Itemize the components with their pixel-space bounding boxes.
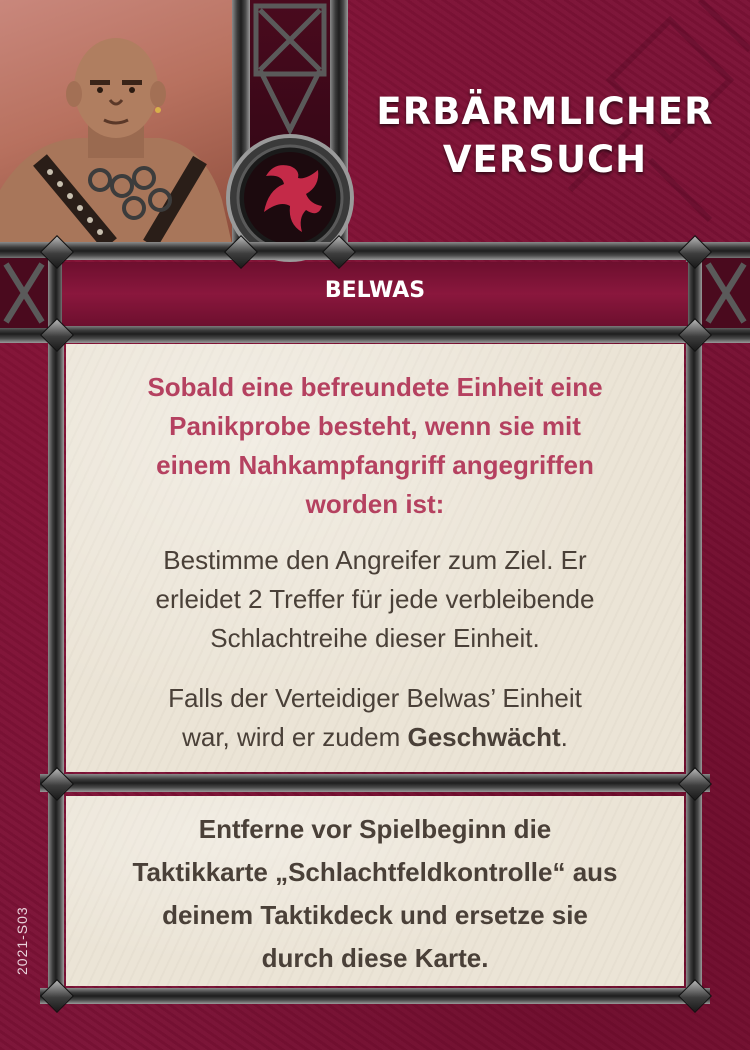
frame-panel-left-bar [48, 258, 64, 998]
frame-left-ornament [0, 258, 48, 328]
secondary-effect-suffix: . [560, 722, 568, 752]
tactics-card: ERBÄRMLICHER VERSUCH BELWAS Sobald eine … [0, 0, 750, 1050]
setup-line: Taktikkarte „Schlachtfeldkontrolle“ aus [132, 857, 618, 887]
secondary-effect-prefix: war, wird er zudem [182, 722, 408, 752]
card-title-line-1: ERBÄRMLICHER [376, 90, 714, 133]
card-title: ERBÄRMLICHER VERSUCH [360, 88, 730, 184]
character-name: BELWAS [324, 278, 426, 303]
effect-line: erleidet 2 Treffer für jede verbleibende [155, 584, 595, 614]
frame-middle-bar [40, 774, 710, 792]
secondary-effect-line: Falls der Verteidiger Belwas’ Einheit [168, 683, 582, 713]
frame-top-bar [0, 242, 750, 260]
effect-line: Bestimme den Angreifer zum Ziel. Er [163, 545, 587, 575]
frame-panel-right-bar [686, 258, 702, 998]
setup-line: durch diese Karte. [261, 943, 489, 973]
character-portrait [0, 0, 232, 244]
effect-line: Schlachtreihe dieser Einheit. [210, 623, 540, 653]
trigger-text: Sobald eine befreundete Einheit eine Pan… [80, 368, 670, 524]
frame-right-ornament [702, 258, 750, 328]
setup-text: Entferne vor Spielbeginn die Taktikkarte… [80, 808, 670, 980]
setup-line: deinem Taktikdeck und ersetze sie [162, 900, 588, 930]
trigger-line: Panikprobe besteht, wenn sie mit [169, 411, 581, 441]
frame-bottom-bar [40, 988, 710, 1004]
keyword-weakened: Geschwächt [407, 722, 561, 752]
card-title-line-2: VERSUCH [442, 138, 648, 181]
trigger-line: Sobald eine befreundete Einheit eine [147, 372, 603, 402]
frame-name-bottom-bar [0, 325, 750, 343]
trigger-line: einem Nahkampfangriff angegriffen [156, 450, 594, 480]
trigger-line: worden ist: [305, 489, 445, 519]
effect-text: Bestimme den Angreifer zum Ziel. Er erle… [80, 541, 670, 658]
setup-line: Entferne vor Spielbeginn die [198, 814, 552, 844]
card-code: 2021-S03 [14, 906, 30, 975]
secondary-effect-line-2: war, wird er zudem Geschwächt. [80, 718, 670, 757]
secondary-effect-text: Falls der Verteidiger Belwas’ Einheit wa… [80, 679, 670, 757]
